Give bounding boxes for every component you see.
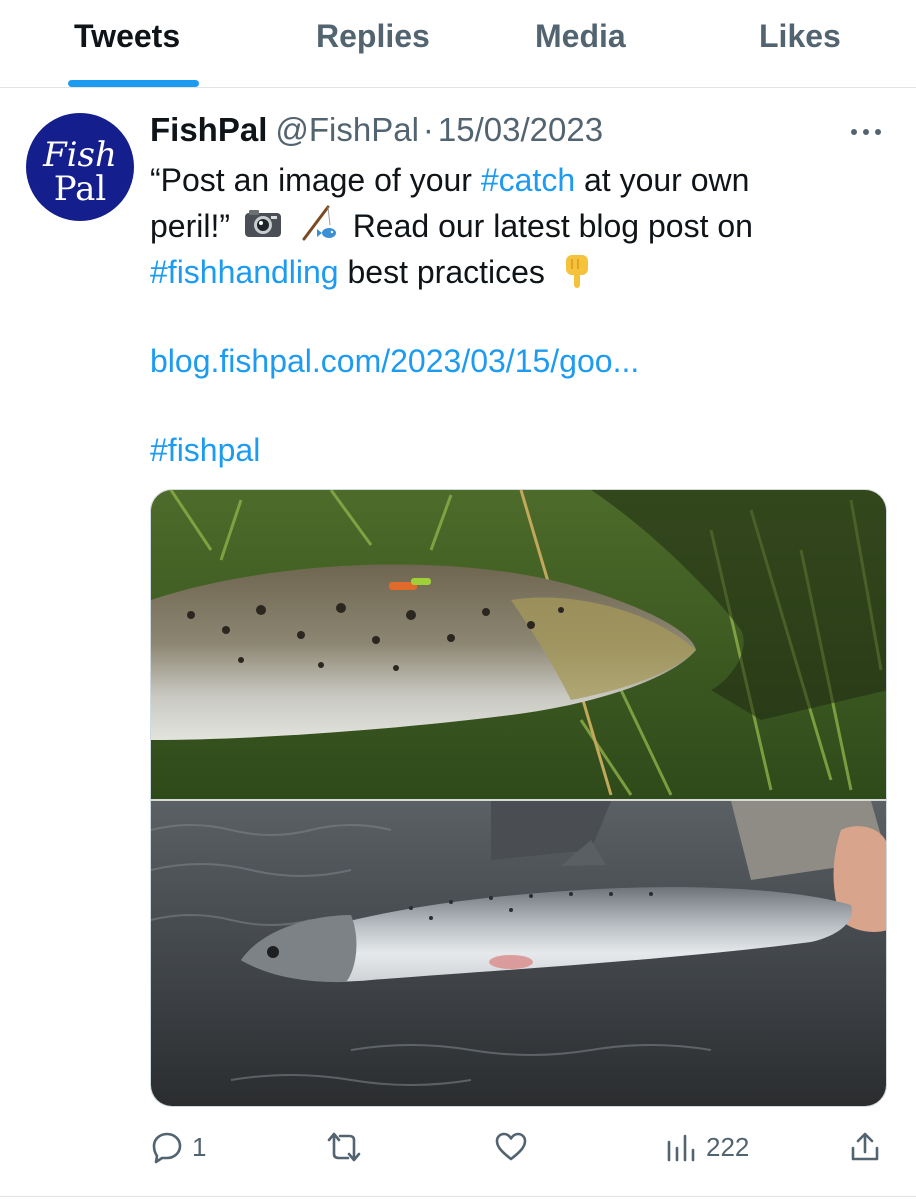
views-bar-chart-icon — [664, 1130, 698, 1164]
reply-count: 1 — [192, 1131, 207, 1162]
tweet-media-image[interactable] — [150, 489, 887, 1107]
reply-button[interactable]: 1 — [150, 1125, 206, 1169]
more-options-icon[interactable] — [846, 119, 886, 145]
retweet-icon — [326, 1130, 362, 1164]
separator-dot: · — [422, 111, 434, 148]
share-icon — [848, 1130, 882, 1164]
retweet-button[interactable] — [326, 1125, 370, 1169]
display-name[interactable]: FishPal — [150, 111, 267, 148]
reply-icon — [150, 1130, 184, 1164]
tweet-date[interactable]: 15/03/2023 — [438, 111, 603, 148]
divider — [0, 1196, 916, 1197]
active-tab-indicator — [68, 80, 199, 87]
text-segment: Read our latest blog post on — [352, 208, 753, 244]
tab-replies[interactable]: Replies — [316, 18, 430, 55]
hashtag-catch[interactable]: #catch — [481, 162, 575, 198]
profile-tabs: Tweets Replies Media Likes — [0, 0, 916, 88]
heart-icon — [494, 1130, 528, 1164]
text-segment: peril!” — [150, 208, 231, 244]
avatar-logo-line2: Pal — [53, 169, 107, 209]
tab-likes[interactable]: Likes — [759, 18, 841, 55]
hashtag-fishhandling[interactable]: #fishhandling — [150, 254, 339, 290]
views-count: 222 — [706, 1131, 750, 1162]
hashtag-fishpal[interactable]: #fishpal — [150, 432, 260, 468]
tab-tweets[interactable]: Tweets — [74, 18, 180, 55]
tab-media[interactable]: Media — [535, 18, 626, 55]
text-segment: best practices — [338, 254, 545, 290]
blog-link[interactable]: blog.fishpal.com/2023/03/15/goo... — [150, 343, 639, 379]
views-button[interactable]: 222 — [664, 1125, 749, 1169]
text-segment: “Post an image of your — [150, 162, 481, 198]
camera-emoji — [243, 203, 283, 243]
share-button[interactable] — [848, 1125, 882, 1169]
fishing-pole-emoji — [300, 203, 340, 243]
tweet-actions: 1 222 — [150, 1125, 890, 1169]
tweet-header: FishPal @FishPal · 15/03/2023 — [150, 111, 603, 149]
avatar[interactable]: Fish Pal — [26, 113, 134, 221]
pointing-down-emoji — [558, 249, 598, 289]
user-handle[interactable]: @FishPal — [275, 111, 419, 148]
tweet[interactable]: Fish Pal FishPal @FishPal · 15/03/2023 “Pos… — [0, 89, 916, 1194]
like-button[interactable] — [494, 1125, 536, 1169]
text-segment: at your own — [575, 162, 750, 198]
